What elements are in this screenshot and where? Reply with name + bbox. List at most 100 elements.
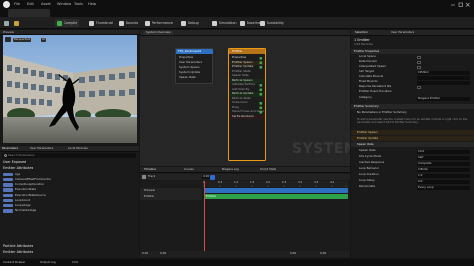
status-bar: Content Drawer Output Log Cmd — [0, 259, 474, 266]
track-row-emitter[interactable]: Emitter — [140, 194, 202, 200]
add-track-icon[interactable] — [142, 175, 146, 179]
scalability-button[interactable]: Scalability — [258, 19, 286, 27]
module-prop-row[interactable]: Inactive Response Complete — [351, 161, 474, 166]
module-prop-row[interactable]: Life Cycle Mode Self — [351, 155, 474, 160]
main-toolbar: Compile Thumbnail Bounds Performance Deb… — [0, 17, 474, 29]
param-type-pill — [3, 193, 13, 198]
unreal-logo-icon[interactable] — [3, 1, 10, 8]
baseline-icon — [240, 20, 245, 26]
cmd-input[interactable]: Cmd — [72, 261, 78, 265]
section-emitter-attributes-2[interactable]: Emitter Attributes — [3, 250, 33, 254]
tab-local-modules[interactable]: Local Modules — [68, 147, 88, 151]
system-overview-graph[interactable]: System Overview FXS_Darkness01 Propertie… — [140, 30, 350, 166]
tab-system-overview[interactable]: System Overview — [144, 31, 173, 35]
module-emitter-spawn[interactable]: Emitter Spawn — [351, 130, 474, 135]
module-prop-row[interactable]: Spawn Rate 10.0 — [351, 149, 474, 154]
tab-script-stats[interactable]: Script Stats — [260, 168, 276, 172]
performance-button[interactable]: Performance — [143, 19, 175, 27]
bounds-button[interactable]: Bounds — [117, 19, 140, 27]
module-prop-row[interactable]: Loop Behavior Infinite — [351, 167, 474, 172]
select-field[interactable] — [417, 75, 470, 80]
system-node[interactable]: FXS_Darkness01 Properties User Parameter… — [175, 48, 213, 84]
playhead-marker-icon[interactable] — [210, 174, 215, 180]
content-drawer-button[interactable]: Content Drawer — [3, 261, 25, 265]
timeline-ruler[interactable]: 0 0.5 1.0 1.5 2.0 2.5 3.0 3.5 4.0 — [202, 181, 348, 187]
emitter-node[interactable]: Emitter Properties Emitter Spawn Emitter… — [228, 48, 266, 161]
details-tab-bar: Selection User Parameters — [351, 30, 474, 36]
checkbox[interactable] — [417, 85, 421, 89]
perspective-button[interactable]: Perspective — [13, 37, 32, 42]
section-emitter-attributes[interactable]: Emitter Attributes — [3, 166, 33, 170]
system-node-title: FXS_Darkness01 — [178, 49, 202, 53]
menu-edit[interactable]: Edit — [27, 2, 34, 6]
module-emitter-update[interactable]: Emitter Update — [351, 136, 474, 141]
section-emitter-summary[interactable]: Emitter Summary — [351, 104, 474, 109]
params-tab-bar: Parameters User Parameters Local Modules — [0, 146, 139, 152]
bounds-icon — [119, 20, 124, 26]
params-search-input[interactable]: Search Parameters — [2, 153, 136, 158]
tab-niagara-log[interactable]: Niagara Log — [222, 168, 239, 172]
compile-button[interactable]: Compile — [55, 19, 80, 27]
menu-bar: File Edit Asset Window Tools Help — [0, 0, 474, 9]
category-field[interactable]: Niagara Emitter — [417, 96, 470, 101]
param-type-pill — [3, 183, 13, 187]
timeline-transport: 0.00 0.00 0.00 0.00 — [140, 251, 350, 257]
tab-parameters[interactable]: Parameters — [2, 147, 18, 151]
param-row[interactable]: NormalizedAge — [0, 208, 139, 213]
category-row[interactable]: Category Niagara Emitter — [351, 96, 474, 101]
param-type-pill — [3, 198, 13, 203]
output-log-button[interactable]: Output Log — [40, 261, 56, 265]
checkbox[interactable] — [417, 60, 421, 64]
tab-user-parameters-right[interactable]: User Parameters — [391, 31, 414, 35]
system-row-spawn[interactable]: System Spawn — [179, 66, 200, 70]
menu-tools[interactable]: Tools — [74, 2, 83, 6]
menu-file[interactable]: File — [14, 2, 20, 6]
menu-help[interactable]: Help — [88, 2, 96, 6]
lit-button[interactable]: Lit — [41, 37, 47, 42]
tab-curves[interactable]: Curves — [184, 168, 194, 172]
module-spawn-rate[interactable]: Spawn Rate — [351, 142, 474, 147]
save-button[interactable] — [2, 19, 11, 27]
track-label: Track — [148, 175, 156, 178]
select-field[interactable] — [417, 80, 470, 85]
tab-user-parameters[interactable]: User Parameters — [30, 147, 53, 151]
playhead-line — [204, 181, 205, 251]
viewport-scene — [3, 35, 137, 143]
thumbnail-button[interactable]: Thumbnail — [87, 19, 115, 27]
param-type-pill — [3, 188, 13, 192]
viewport-menu-icon[interactable] — [5, 37, 11, 42]
menu-window[interactable]: Window — [57, 2, 71, 6]
doc-tab-system[interactable]: FXS_Darkness01 — [8, 9, 50, 46]
tab-selection[interactable]: Selection — [355, 31, 368, 35]
preview-bar[interactable] — [204, 188, 348, 193]
section-emitter-properties[interactable]: Emitter Properties — [351, 49, 474, 54]
emitter-bar[interactable]: Emitter — [204, 194, 348, 199]
browse-button[interactable] — [12, 19, 21, 27]
time-field[interactable]: 0.00 — [202, 175, 211, 179]
param-type-pill — [3, 204, 13, 208]
thumbnail-icon — [89, 20, 94, 26]
module-prop-row[interactable]: Recalculate Every Loop — [351, 185, 474, 190]
system-row-user-params[interactable]: User Parameters — [179, 61, 202, 65]
section-particle-attributes[interactable]: Particle Attributes — [3, 244, 33, 248]
sim-target-select[interactable]: CPUSim — [417, 70, 470, 75]
checkbox[interactable] — [417, 65, 421, 69]
system-row-update[interactable]: System Update — [179, 71, 200, 75]
prop-row[interactable]: Emitter Event Handlers — [351, 90, 474, 95]
simulation-button[interactable]: Simulation — [210, 19, 239, 27]
simulation-icon — [212, 20, 217, 26]
system-row-spawn-rate[interactable]: Spawn Rate — [179, 76, 196, 80]
section-user-exposed[interactable]: User Exposed — [3, 160, 26, 164]
maximize-icon — [458, 2, 463, 7]
module-prop-row[interactable]: Loop Duration 1.0 — [351, 173, 474, 178]
preview-viewport[interactable]: Perspective Lit — [3, 35, 137, 143]
params-list: Age CameraOffsetFromCentre CurrentLoopDu… — [0, 172, 139, 214]
module-prop-row[interactable]: Loop Delay 0.0 — [351, 179, 474, 184]
debug-button[interactable]: Debug — [179, 19, 201, 27]
emitter-node-header: Emitter — [229, 49, 265, 54]
save-icon — [4, 20, 9, 26]
system-row-properties[interactable]: Properties — [179, 56, 193, 60]
menu-asset[interactable]: Asset — [41, 2, 51, 6]
tab-timeline[interactable]: Timeline — [144, 168, 156, 172]
checkbox[interactable] — [417, 55, 421, 59]
